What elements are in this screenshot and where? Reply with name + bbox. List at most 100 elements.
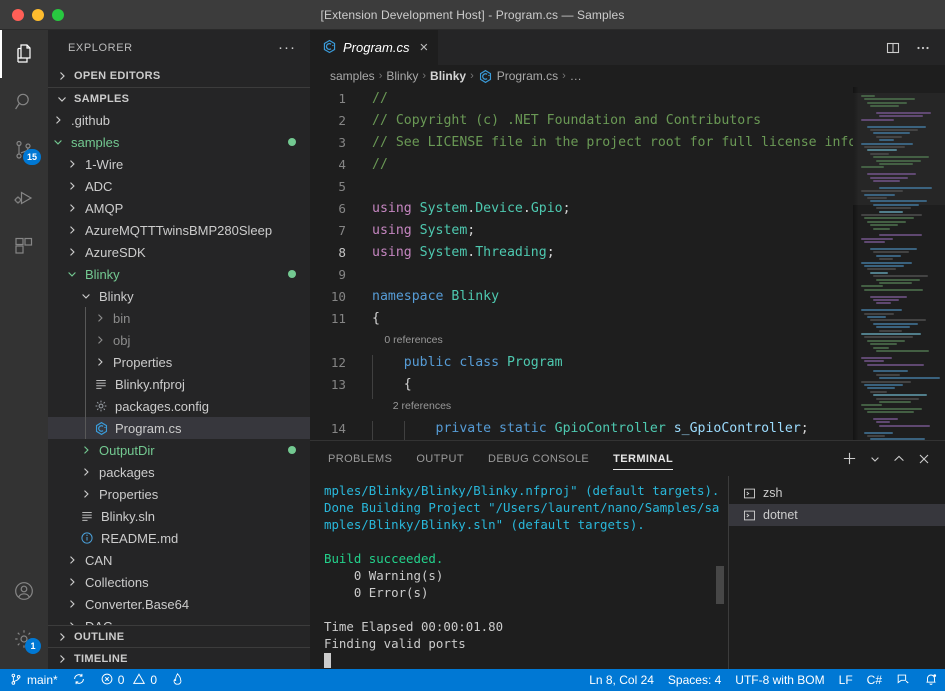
tree-folder-row[interactable]: Properties [48, 351, 310, 373]
close-icon[interactable]: × [419, 40, 428, 55]
breadcrumb-item[interactable]: … [570, 69, 582, 83]
chevron-up-icon[interactable] [892, 452, 906, 466]
chevron-right-icon[interactable] [92, 310, 108, 326]
tree-folder-row[interactable]: AzureSDK [48, 241, 310, 263]
chevron-right-icon[interactable] [78, 464, 94, 480]
breadcrumb-item[interactable]: samples [330, 69, 375, 83]
tree-folder-row[interactable]: bin [48, 307, 310, 329]
zoom-window-button[interactable] [52, 8, 64, 21]
breadcrumb[interactable]: samples › Blinky › Blinky › Program.cs ›… [310, 65, 945, 87]
code-line[interactable]: 1 // [310, 87, 853, 109]
terminal-instance-item[interactable]: dotnet [729, 504, 945, 526]
tree-folder-row[interactable]: Converter.Base64 [48, 593, 310, 615]
status-feedback[interactable] [889, 669, 917, 691]
activity-item-run-and-debug[interactable] [0, 174, 48, 222]
code-line[interactable]: 10 namespace Blinky [310, 285, 853, 307]
tree-folder-row[interactable]: Collections [48, 571, 310, 593]
activity-item-source-control[interactable]: 15 [0, 126, 48, 174]
tree-folder-row[interactable]: Properties [48, 483, 310, 505]
chevron-right-icon[interactable] [64, 178, 80, 194]
tree-file-row[interactable]: Blinky.sln [48, 505, 310, 527]
tree-folder-row[interactable]: AMQP [48, 197, 310, 219]
tree-folder-row[interactable]: obj [48, 329, 310, 351]
status-indentation[interactable]: Spaces: 4 [661, 669, 728, 691]
chevron-right-icon[interactable] [92, 332, 108, 348]
status-eol[interactable]: LF [832, 669, 860, 691]
sidebar-section-samples[interactable]: SAMPLES [48, 87, 310, 109]
code-lens[interactable]: 0 references [310, 439, 853, 440]
tree-folder-row[interactable]: ADC [48, 175, 310, 197]
tab-terminal[interactable]: TERMINAL [613, 441, 674, 476]
chevron-right-icon[interactable] [64, 156, 80, 172]
activity-item-manage[interactable]: 1 [0, 615, 48, 663]
code-line[interactable]: 8 using System.Threading; [310, 241, 853, 263]
activity-item-explorer[interactable] [0, 30, 48, 78]
chevron-right-icon[interactable] [64, 596, 80, 612]
terminal-output[interactable]: mples/Blinky/Blinky/Blinky.nfproj" (defa… [310, 476, 728, 669]
breadcrumb-item[interactable]: Program.cs [478, 69, 558, 84]
chevron-down-icon[interactable] [78, 288, 94, 304]
terminal-scrollbar[interactable] [716, 566, 724, 604]
status-problems[interactable]: 0 0 [93, 669, 164, 691]
chevron-right-icon[interactable] [64, 200, 80, 216]
tab-output[interactable]: OUTPUT [416, 441, 464, 476]
tree-file-row[interactable]: README.md [48, 527, 310, 549]
activity-item-search[interactable] [0, 78, 48, 126]
tree-folder-row[interactable]: OutputDir [48, 439, 310, 461]
tree-folder-row[interactable]: AzureMQTTTwinsBMP280Sleep [48, 219, 310, 241]
code-line[interactable]: 11 { [310, 307, 853, 329]
plus-icon[interactable] [841, 450, 858, 467]
tab-problems[interactable]: PROBLEMS [328, 441, 392, 476]
chevron-right-icon[interactable] [78, 442, 94, 458]
chevron-right-icon[interactable] [64, 618, 80, 625]
tree-file-row[interactable]: Blinky.nfproj [48, 373, 310, 395]
code-line[interactable]: 6 using System.Device.Gpio; [310, 197, 853, 219]
chevron-right-icon[interactable] [64, 552, 80, 568]
tree-folder-row[interactable]: CAN [48, 549, 310, 571]
chevron-right-icon[interactable] [78, 486, 94, 502]
code-line[interactable]: 7 using System; [310, 219, 853, 241]
chevron-right-icon[interactable] [64, 244, 80, 260]
status-editor-position[interactable]: Ln 8, Col 24 [582, 669, 661, 691]
code-line[interactable]: 9 [310, 263, 853, 285]
chevron-down-icon[interactable] [869, 453, 881, 465]
tree-folder-row[interactable]: samples [48, 131, 310, 153]
status-sync[interactable] [65, 669, 93, 691]
sidebar-section-timeline[interactable]: TIMELINE [48, 647, 310, 669]
status-encoding[interactable]: UTF-8 with BOM [728, 669, 831, 691]
minimize-window-button[interactable] [32, 8, 44, 21]
terminal-instances-list[interactable]: zsh dotnet [729, 476, 945, 669]
sidebar-section-open-editors[interactable]: OPEN EDITORS [48, 65, 310, 87]
close-icon[interactable] [917, 452, 931, 466]
code-line[interactable]: 4 // [310, 153, 853, 175]
chevron-right-icon[interactable] [92, 354, 108, 370]
tree-folder-row[interactable]: DAC [48, 615, 310, 625]
tree-file-row[interactable]: packages.config [48, 395, 310, 417]
breadcrumb-item[interactable]: Blinky [430, 69, 466, 83]
code-line[interactable]: 5 [310, 175, 853, 197]
tree-folder-row[interactable]: Blinky [48, 263, 310, 285]
ellipsis-icon[interactable]: ··· [278, 40, 296, 55]
code-line[interactable]: 14 private static GpioController s_GpioC… [310, 417, 853, 440]
tab-program-cs[interactable]: Program.cs × [310, 30, 440, 65]
chevron-right-icon[interactable] [64, 222, 80, 238]
tree-folder-row[interactable]: .github [48, 109, 310, 131]
tree-folder-row[interactable]: 1-Wire [48, 153, 310, 175]
activity-item-extensions[interactable] [0, 222, 48, 270]
close-window-button[interactable] [12, 8, 24, 21]
chevron-down-icon[interactable] [64, 266, 80, 282]
code-lens[interactable]: 0 references [310, 329, 853, 351]
chevron-down-icon[interactable] [50, 134, 66, 150]
chevron-right-icon[interactable] [50, 112, 66, 128]
tree-file-row[interactable]: Program.cs [48, 417, 310, 439]
breadcrumb-item[interactable]: Blinky [386, 69, 418, 83]
activity-item-accounts[interactable] [0, 567, 48, 615]
code-line[interactable]: 12 public class Program [310, 351, 853, 377]
code-line[interactable]: 3 // See LICENSE file in the project root… [310, 131, 853, 153]
terminal-instance-item[interactable]: zsh [729, 482, 945, 504]
chevron-right-icon[interactable] [64, 574, 80, 590]
status-branch[interactable]: main* [0, 669, 65, 691]
tree-folder-row[interactable]: Blinky [48, 285, 310, 307]
editor-vertical-scrollbar[interactable] [931, 87, 945, 440]
code-content[interactable]: 1 // 2 // Copyright (c) .NET Foundation and… [310, 87, 853, 440]
